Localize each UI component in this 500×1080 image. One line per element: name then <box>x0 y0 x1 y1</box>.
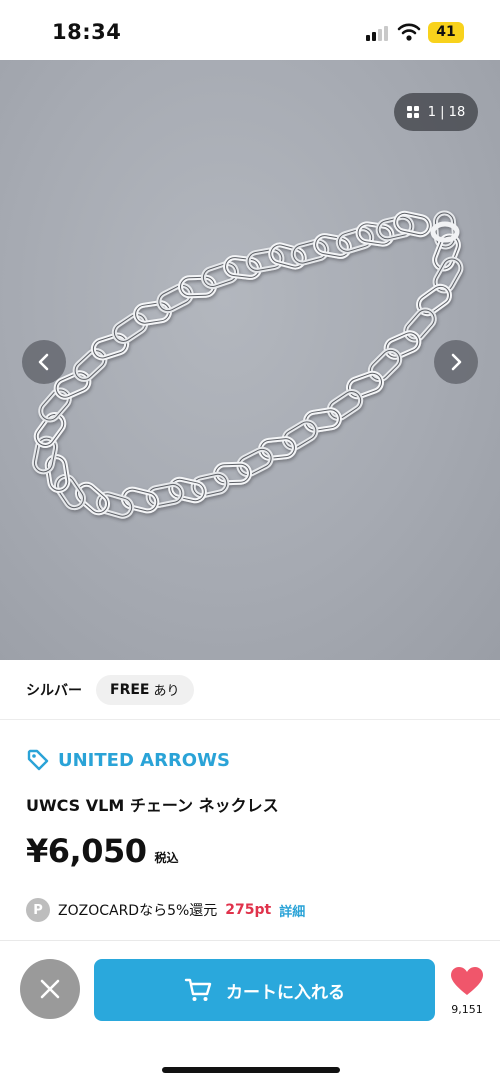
status-bar: 18:34 41 <box>0 0 500 60</box>
add-to-cart-button[interactable]: カートに入れる <box>94 959 435 1021</box>
brand-name: UNITED ARROWS <box>58 749 230 771</box>
product-image-gallery[interactable]: 1 | 18 <box>0 60 500 660</box>
cart-icon <box>184 978 212 1001</box>
points-row: P ZOZOCARDなら5%還元 275pt 詳細 <box>26 898 305 922</box>
size-chip[interactable]: FREE あり <box>96 674 194 705</box>
points-amount: 275pt <box>225 902 272 918</box>
favorite-count: 9,151 <box>451 1003 483 1016</box>
chevron-right-icon <box>451 353 462 371</box>
product-image <box>31 210 464 519</box>
grid-icon <box>406 105 420 119</box>
points-detail-link[interactable]: 詳細 <box>279 901 305 920</box>
price-row: ¥6,050 税込 <box>26 832 179 870</box>
size-label: FREE <box>110 681 150 698</box>
previous-image-button[interactable] <box>22 340 66 384</box>
price: ¥6,050 <box>26 832 147 870</box>
next-image-button[interactable] <box>434 340 478 384</box>
wifi-icon <box>397 23 421 41</box>
chevron-left-icon <box>38 353 49 371</box>
heart-icon <box>451 967 483 995</box>
stock-label: あり <box>153 684 180 699</box>
favorite-button[interactable]: 9,151 <box>446 965 488 1016</box>
bottom-action-bar: カートに入れる 9,151 <box>0 940 500 1080</box>
product-name: UWCS VLM チェーン ネックレス <box>26 796 279 815</box>
add-to-cart-label: カートに入れる <box>226 982 345 1003</box>
tax-label: 税込 <box>154 851 179 865</box>
image-counter-button[interactable]: 1 | 18 <box>394 93 478 131</box>
battery-icon: 41 <box>428 22 464 43</box>
close-button[interactable] <box>20 959 80 1019</box>
brand-link[interactable]: UNITED ARROWS <box>26 748 230 772</box>
variant-color-label: シルバー <box>26 682 82 699</box>
status-time: 18:34 <box>52 20 122 44</box>
tag-icon <box>27 749 49 771</box>
image-counter-text: 1 | 18 <box>427 104 466 120</box>
variant-row: シルバー FREE あり <box>0 660 500 720</box>
signal-icon <box>366 24 390 41</box>
close-icon <box>40 979 60 999</box>
points-badge-icon: P <box>26 898 50 922</box>
points-text: ZOZOCARDなら5%還元 <box>58 903 218 919</box>
home-indicator <box>162 1067 340 1073</box>
